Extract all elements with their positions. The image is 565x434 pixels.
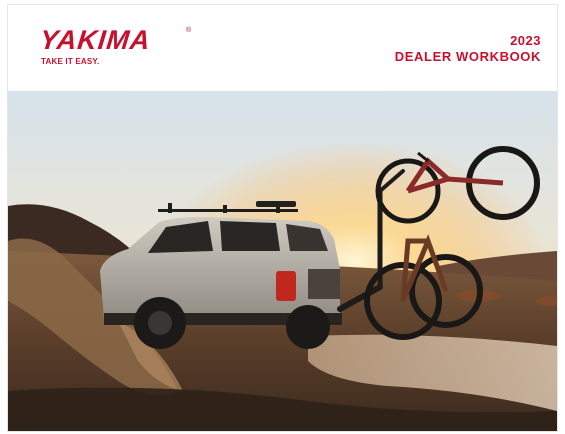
document-year: 2023 xyxy=(510,33,541,48)
registered-mark: ® xyxy=(186,27,192,34)
tail-light xyxy=(276,271,296,301)
workbook-cover: YAKIMA ® TAKE IT EASY. 2023 DEALER WORKB… xyxy=(7,4,558,432)
brand-tagline: TAKE IT EASY. xyxy=(41,57,100,66)
cover-photo xyxy=(8,91,557,431)
brand-logo: YAKIMA xyxy=(38,25,153,55)
document-title: DEALER WORKBOOK xyxy=(394,49,541,64)
cover-header: YAKIMA ® TAKE IT EASY. 2023 DEALER WORKB… xyxy=(8,5,557,91)
